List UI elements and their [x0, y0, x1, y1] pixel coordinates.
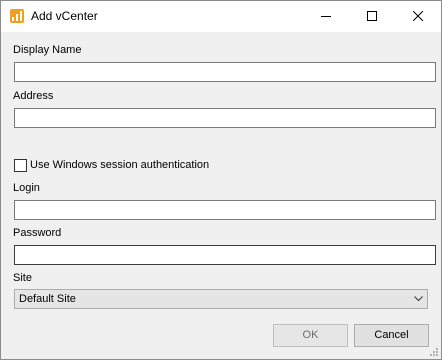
- site-label: Site: [13, 272, 32, 284]
- windows-auth-label[interactable]: Use Windows session authentication: [30, 159, 209, 172]
- title-bar: Add vCenter: [1, 1, 441, 32]
- chevron-down-icon: [414, 296, 423, 302]
- add-vcenter-dialog: Add vCenter Display Name Address Use Win…: [0, 0, 442, 360]
- address-label: Address: [13, 90, 54, 102]
- close-button[interactable]: [395, 1, 441, 32]
- site-dropdown[interactable]: Default Site: [14, 289, 428, 309]
- dialog-body: Display Name Address Use Windows session…: [1, 32, 441, 359]
- password-input[interactable]: [14, 245, 436, 265]
- maximize-button[interactable]: [349, 1, 395, 32]
- chart-bars-icon: [10, 9, 24, 23]
- site-selected-value: Default Site: [19, 293, 76, 305]
- windows-auth-checkbox[interactable]: [14, 159, 27, 172]
- display-name-input[interactable]: [14, 62, 436, 82]
- resize-grip-icon[interactable]: [429, 347, 439, 357]
- maximize-icon: [367, 11, 377, 21]
- window-title: Add vCenter: [31, 9, 98, 23]
- minimize-button[interactable]: [303, 1, 349, 32]
- close-icon: [413, 11, 423, 21]
- cancel-button[interactable]: Cancel: [354, 324, 429, 347]
- ok-button[interactable]: OK: [273, 324, 348, 347]
- address-input[interactable]: [14, 108, 436, 128]
- display-name-label: Display Name: [13, 44, 82, 56]
- minimize-icon: [321, 16, 331, 17]
- login-input[interactable]: [14, 200, 436, 220]
- login-label: Login: [13, 182, 40, 194]
- password-label: Password: [13, 227, 62, 239]
